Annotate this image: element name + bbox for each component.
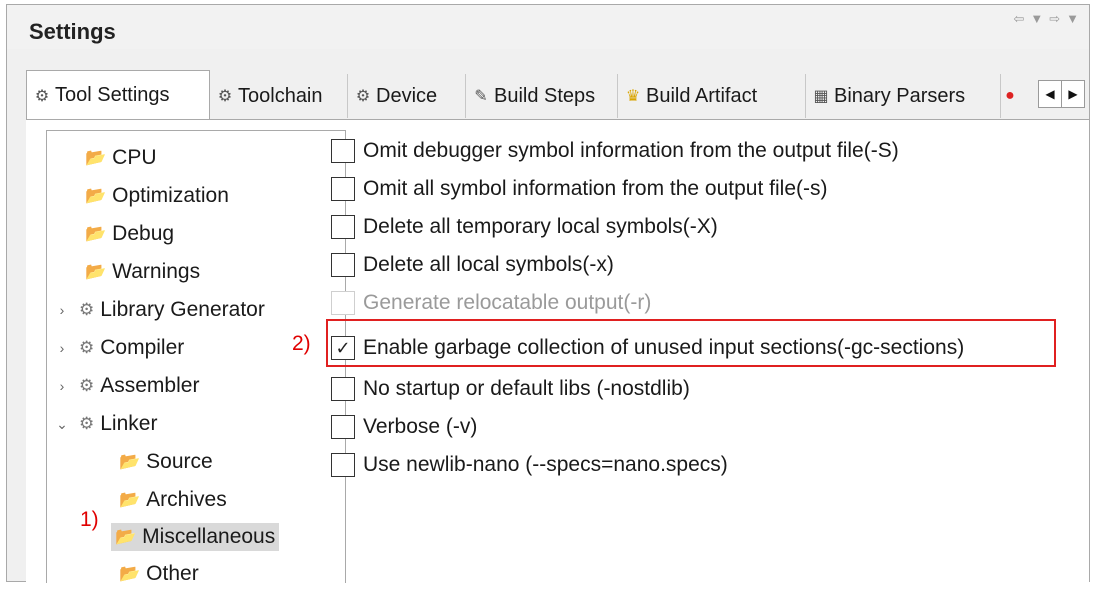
tree-item-compiler[interactable]: › ⚙ Compiler — [55, 331, 188, 365]
binary-icon: ▦ — [813, 88, 829, 105]
option-label: Omit all symbol information from the out… — [363, 177, 828, 200]
tree-item-label: Assembler — [100, 374, 200, 397]
tab-tool-settings[interactable]: ⚙ Tool Settings — [26, 70, 210, 120]
tree-item-warnings[interactable]: 📂 Warnings — [81, 255, 204, 289]
tree-item-archives[interactable]: 📂 Archives — [115, 483, 231, 517]
option-delete-local-symbols[interactable]: Delete all local symbols(-x) — [331, 250, 614, 280]
tree-item-label: CPU — [112, 146, 157, 169]
tree-item-label: Compiler — [100, 336, 185, 359]
checkbox — [331, 291, 355, 315]
tree-item-label: Archives — [146, 488, 227, 511]
tree-item-assembler[interactable]: › ⚙ Assembler — [55, 369, 203, 403]
tab-toolchain[interactable]: ⚙ Toolchain — [210, 74, 348, 118]
gear-icon: ⚙ — [217, 88, 233, 105]
option-nostdlib[interactable]: No startup or default libs (-nostdlib) — [331, 374, 690, 404]
tab-label: Build Steps — [494, 84, 596, 107]
tab-label: Tool Settings — [55, 84, 170, 106]
tree-item-label: Source — [146, 450, 213, 473]
tab-device[interactable]: ⚙ Device — [348, 74, 466, 118]
error-icon: ● — [1005, 87, 1015, 104]
tab-build-artifact[interactable]: ♛ Build Artifact — [618, 74, 806, 118]
tree-item-label: Library Generator — [100, 298, 265, 321]
option-verbose[interactable]: Verbose (-v) — [331, 412, 477, 442]
tab-label: Binary Parsers — [834, 84, 966, 107]
option-label: Delete all local symbols(-x) — [363, 253, 614, 276]
tab-label: Build Artifact — [646, 84, 758, 107]
tree-item-other[interactable]: 📂 Other — [115, 557, 203, 591]
tree-item-optimization[interactable]: 📂 Optimization — [81, 179, 233, 213]
gear-icon: ⚙ — [355, 88, 371, 105]
tree-item-label: Linker — [100, 412, 158, 435]
tree-item-debug[interactable]: 📂 Debug — [81, 217, 178, 251]
annotation-highlight-box — [326, 319, 1056, 367]
tree-item-library-generator[interactable]: › ⚙ Library Generator — [55, 293, 269, 327]
trophy-icon: ♛ — [625, 88, 641, 105]
collapse-chevron-icon[interactable]: ⌄ — [55, 416, 69, 433]
expand-chevron-icon[interactable]: › — [55, 302, 69, 318]
tree-item-label: Other — [146, 562, 199, 585]
dropdown-triangle-icon[interactable]: ▼ — [1030, 11, 1043, 27]
page-title: Settings — [29, 19, 116, 44]
expand-chevron-icon[interactable]: › — [55, 340, 69, 356]
forward-arrow-icon[interactable]: ⇨ — [1049, 11, 1060, 27]
checkbox[interactable] — [331, 377, 355, 401]
scroll-right-button[interactable]: ▶ — [1061, 81, 1084, 107]
tab-label: Device — [376, 84, 438, 107]
title-bar: Settings ⇦ ▼ ⇨ ▼ — [7, 5, 1089, 49]
tree-item-label: Warnings — [112, 260, 201, 283]
tab-strip: ⚙ Tool Settings ⚙ Toolchain ⚙ Device ✎ B… — [26, 70, 1089, 120]
gear-icon: ⚙ — [79, 300, 95, 319]
option-delete-temp-local-symbols[interactable]: Delete all temporary local symbols(-X) — [331, 212, 718, 242]
option-label: Verbose (-v) — [363, 415, 478, 438]
option-newlib-nano[interactable]: Use newlib-nano (--specs=nano.specs) — [331, 450, 728, 480]
option-label: No startup or default libs (-nostdlib) — [363, 377, 690, 400]
checkbox[interactable] — [331, 139, 355, 163]
tree-item-label: Optimization — [112, 184, 229, 207]
gear-icon: ⚙ — [79, 376, 95, 395]
folder-icon: 📂 — [115, 527, 137, 546]
option-relocatable-output: Generate relocatable output(-r) — [331, 288, 651, 318]
checkbox[interactable] — [331, 453, 355, 477]
tab-build-steps[interactable]: ✎ Build Steps — [466, 74, 618, 118]
checkbox[interactable] — [331, 253, 355, 277]
tab-binary-parsers[interactable]: ▦ Binary Parsers — [806, 74, 1001, 118]
tree-item-label: Debug — [112, 222, 175, 245]
tab-content: 📂 CPU 📂 Optimization 📂 Debug 📂 Warnings › ⚙ L… — [26, 119, 1089, 585]
option-label: Generate relocatable output(-r) — [363, 291, 652, 314]
back-arrow-icon[interactable]: ⇦ — [1013, 11, 1024, 27]
expand-chevron-icon[interactable]: › — [55, 378, 69, 394]
checkbox[interactable] — [331, 415, 355, 439]
checkbox[interactable] — [331, 215, 355, 239]
folder-icon: 📂 — [85, 186, 107, 205]
folder-icon: 📂 — [85, 224, 107, 243]
option-omit-debugger-symbols[interactable]: Omit debugger symbol information from th… — [331, 136, 899, 166]
tab-label: Toolchain — [238, 84, 323, 107]
tree-item-linker[interactable]: ⌄ ⚙ Linker — [55, 407, 161, 441]
scroll-left-button[interactable]: ◀ — [1039, 81, 1061, 107]
tree-item-cpu[interactable]: 📂 CPU — [81, 141, 161, 175]
gear-icon: ⚙ — [79, 338, 95, 357]
folder-icon: 📂 — [85, 262, 107, 281]
dropdown-triangle-icon[interactable]: ▼ — [1066, 11, 1079, 27]
option-label: Use newlib-nano (--specs=nano.specs) — [363, 453, 728, 476]
tab-scroll-controls: ◀ ▶ — [1038, 80, 1085, 108]
folder-icon: 📂 — [85, 148, 107, 167]
option-label: Omit debugger symbol information from th… — [363, 139, 899, 162]
tab-overflow[interactable]: ● — [1001, 74, 1019, 118]
history-nav: ⇦ ▼ ⇨ ▼ — [1013, 11, 1079, 27]
annotation-step-2: 2) — [292, 332, 311, 355]
gear-icon: ⚙ — [79, 414, 95, 433]
annotation-step-1: 1) — [80, 508, 99, 531]
folder-icon: 📂 — [119, 490, 141, 509]
folder-icon: 📂 — [119, 564, 141, 583]
folder-icon: 📂 — [119, 452, 141, 471]
tree-item-label: Miscellaneous — [142, 525, 276, 548]
wrench-icon: ✎ — [474, 88, 488, 105]
checkbox[interactable] — [331, 177, 355, 201]
tree-item-miscellaneous[interactable]: 📂 Miscellaneous — [111, 520, 280, 554]
option-omit-all-symbols[interactable]: Omit all symbol information from the out… — [331, 174, 827, 204]
option-label: Delete all temporary local symbols(-X) — [363, 215, 718, 238]
tree-item-source[interactable]: 📂 Source — [115, 445, 217, 479]
gear-icon: ⚙ — [34, 87, 50, 105]
